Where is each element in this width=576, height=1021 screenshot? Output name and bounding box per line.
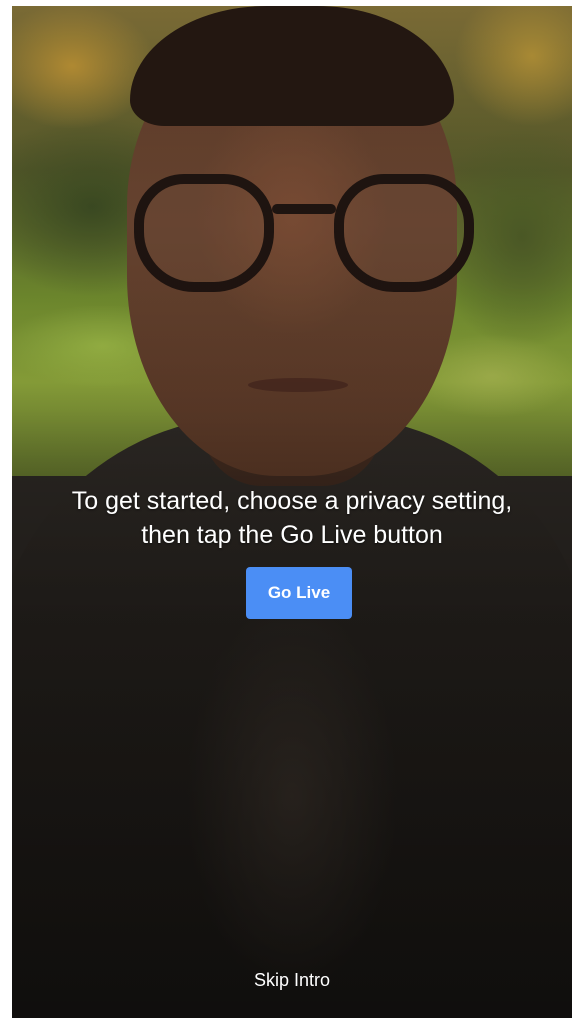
live-intro-screen: To get started, choose a privacy setting… [12, 6, 572, 1018]
intro-instruction: To get started, choose a privacy setting… [12, 484, 572, 552]
skip-intro-link[interactable]: Skip Intro [12, 970, 572, 991]
instruction-line-1: To get started, choose a privacy setting… [71, 487, 513, 515]
go-live-button[interactable]: Go Live [246, 567, 352, 619]
instruction-line-2: then tap the Go Live button [141, 521, 443, 549]
